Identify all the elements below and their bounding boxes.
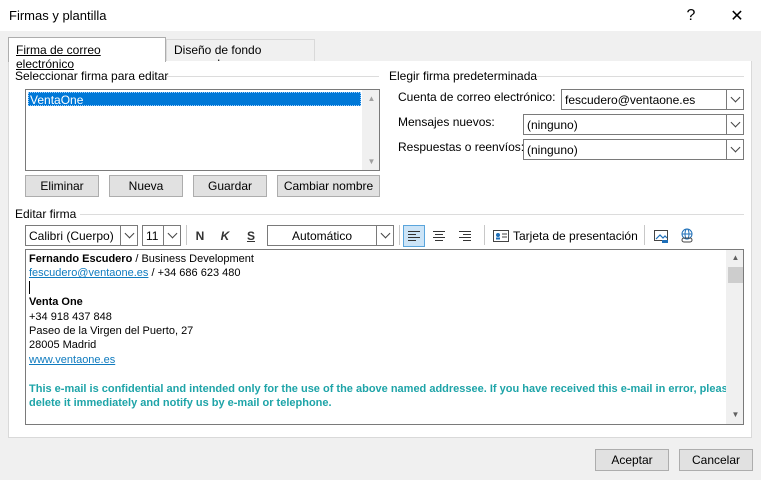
business-card-label: Tarjeta de presentación bbox=[513, 229, 638, 243]
disclaimer-line-2: delete it immediately and notify us by e… bbox=[29, 396, 332, 409]
chevron-down-icon bbox=[730, 92, 740, 103]
chevron-down-icon bbox=[167, 228, 177, 239]
signature-listbox[interactable]: VentaOne ▲ ▼ bbox=[25, 89, 380, 171]
align-right-icon bbox=[459, 231, 471, 241]
toolbar-separator bbox=[399, 225, 400, 245]
font-color-select[interactable]: Automático bbox=[267, 225, 394, 246]
help-icon: ? bbox=[686, 6, 696, 24]
align-left-button[interactable] bbox=[403, 225, 425, 247]
align-center-icon bbox=[433, 231, 445, 241]
delete-button[interactable]: Eliminar bbox=[25, 175, 99, 197]
editor-scrollbar[interactable]: ▲ ▼ bbox=[726, 250, 743, 424]
scroll-thumb[interactable] bbox=[728, 267, 743, 283]
tab-personal-stationery[interactable]: Diseño de fondo personal bbox=[166, 39, 315, 71]
scroll-down-icon[interactable]: ▼ bbox=[727, 407, 744, 424]
toolbar-separator bbox=[484, 225, 485, 245]
cancel-button[interactable]: Cancelar bbox=[679, 449, 753, 471]
hyperlink-icon bbox=[681, 228, 693, 243]
ok-button[interactable]: Aceptar bbox=[595, 449, 669, 471]
font-size-select[interactable]: 11 bbox=[142, 225, 181, 246]
signature-content[interactable]: Fernando Escudero / Business Development… bbox=[29, 252, 734, 410]
window-title: Firmas y plantilla bbox=[9, 8, 107, 23]
dropdown-button[interactable] bbox=[726, 90, 743, 109]
website-link[interactable]: www.ventaone.es bbox=[29, 354, 115, 366]
chevron-down-icon bbox=[730, 142, 740, 153]
business-card-button[interactable]: Tarjeta de presentación bbox=[493, 226, 638, 246]
signature-role: / Business Development bbox=[132, 253, 254, 265]
disclaimer-line-1: This e-mail is confidential and intended… bbox=[29, 382, 734, 395]
toolbar-separator bbox=[186, 225, 187, 245]
account-value: fescudero@ventaone.es bbox=[565, 92, 696, 107]
name-line: Fernando Escudero / Business Development bbox=[29, 252, 734, 266]
divider bbox=[80, 214, 744, 215]
dropdown-button[interactable] bbox=[726, 115, 743, 134]
save-button[interactable]: Guardar bbox=[193, 175, 267, 197]
font-select[interactable]: Calibri (Cuerpo) bbox=[25, 225, 138, 246]
scroll-down-icon[interactable]: ▼ bbox=[363, 153, 380, 170]
account-select[interactable]: fescudero@ventaone.es bbox=[561, 89, 744, 110]
address-line-1: Paseo de la Virgen del Puerto, 27 bbox=[29, 324, 194, 337]
font-value: Calibri (Cuerpo) bbox=[29, 228, 114, 243]
help-button[interactable]: ? bbox=[668, 0, 714, 31]
company-line: Venta One bbox=[29, 295, 734, 309]
dropdown-button[interactable] bbox=[163, 226, 180, 245]
select-signature-heading: Seleccionar firma para editar bbox=[15, 69, 169, 83]
new-messages-value: (ninguno) bbox=[527, 117, 578, 132]
company-name: Venta One bbox=[29, 296, 83, 309]
align-right-button[interactable] bbox=[454, 225, 476, 247]
list-item[interactable]: VentaOne bbox=[28, 92, 361, 107]
italic-button[interactable]: K bbox=[214, 225, 236, 247]
align-left-icon bbox=[408, 231, 420, 241]
default-signature-heading: Elegir firma predeterminada bbox=[389, 69, 538, 83]
bold-button[interactable]: N bbox=[189, 225, 211, 247]
text-cursor bbox=[29, 281, 30, 295]
replies-value: (ninguno) bbox=[527, 142, 578, 157]
insert-hyperlink-button[interactable] bbox=[676, 225, 698, 247]
signature-name: Fernando Escudero bbox=[29, 253, 133, 265]
edit-signature-heading: Editar firma bbox=[15, 207, 77, 221]
title-bar bbox=[0, 0, 761, 31]
close-icon: ✕ bbox=[730, 7, 744, 25]
close-button[interactable]: ✕ bbox=[714, 0, 760, 31]
account-label: Cuenta de correo electrónico: bbox=[398, 90, 556, 104]
dropdown-button[interactable] bbox=[726, 140, 743, 159]
divider bbox=[537, 76, 744, 77]
dropdown-button[interactable] bbox=[120, 226, 137, 245]
insert-picture-button[interactable] bbox=[650, 225, 672, 247]
email-link[interactable]: fescudero@ventaone.es bbox=[29, 267, 148, 279]
chevron-down-icon bbox=[124, 228, 134, 239]
tab-email-signature[interactable]: Firma de correo electrónico bbox=[8, 37, 166, 71]
rename-button[interactable]: Cambiar nombre bbox=[277, 175, 380, 197]
website-line: www.ventaone.es bbox=[29, 353, 734, 367]
picture-icon bbox=[654, 230, 668, 243]
replies-label: Respuestas o reenvíos: bbox=[398, 140, 525, 154]
replies-select[interactable]: (ninguno) bbox=[523, 139, 744, 160]
signature-editor[interactable]: Fernando Escudero / Business Development… bbox=[25, 249, 744, 425]
scroll-up-icon[interactable]: ▲ bbox=[363, 90, 380, 107]
divider bbox=[166, 76, 379, 77]
font-color-value: Automático bbox=[291, 228, 353, 243]
dropdown-button[interactable] bbox=[376, 226, 393, 245]
underline-button[interactable]: S bbox=[240, 225, 262, 247]
new-messages-label: Mensajes nuevos: bbox=[398, 115, 495, 129]
business-card-icon bbox=[493, 230, 509, 242]
email-line: fescudero@ventaone.es / +34 686 623 480 bbox=[29, 266, 734, 280]
address-line-2: 28005 Madrid bbox=[29, 339, 97, 352]
listbox-scrollbar[interactable]: ▲ ▼ bbox=[362, 90, 379, 170]
font-size-value: 11 bbox=[146, 228, 159, 243]
signature-phone: / +34 686 623 480 bbox=[148, 267, 241, 280]
align-center-button[interactable] bbox=[428, 225, 450, 247]
new-messages-select[interactable]: (ninguno) bbox=[523, 114, 744, 135]
toolbar-separator bbox=[644, 225, 645, 245]
cursor-line bbox=[29, 281, 734, 295]
new-button[interactable]: Nueva bbox=[109, 175, 183, 197]
company-phone: +34 918 437 848 bbox=[29, 310, 112, 323]
scroll-up-icon[interactable]: ▲ bbox=[727, 250, 744, 267]
chevron-down-icon bbox=[380, 228, 390, 239]
chevron-down-icon bbox=[730, 117, 740, 128]
